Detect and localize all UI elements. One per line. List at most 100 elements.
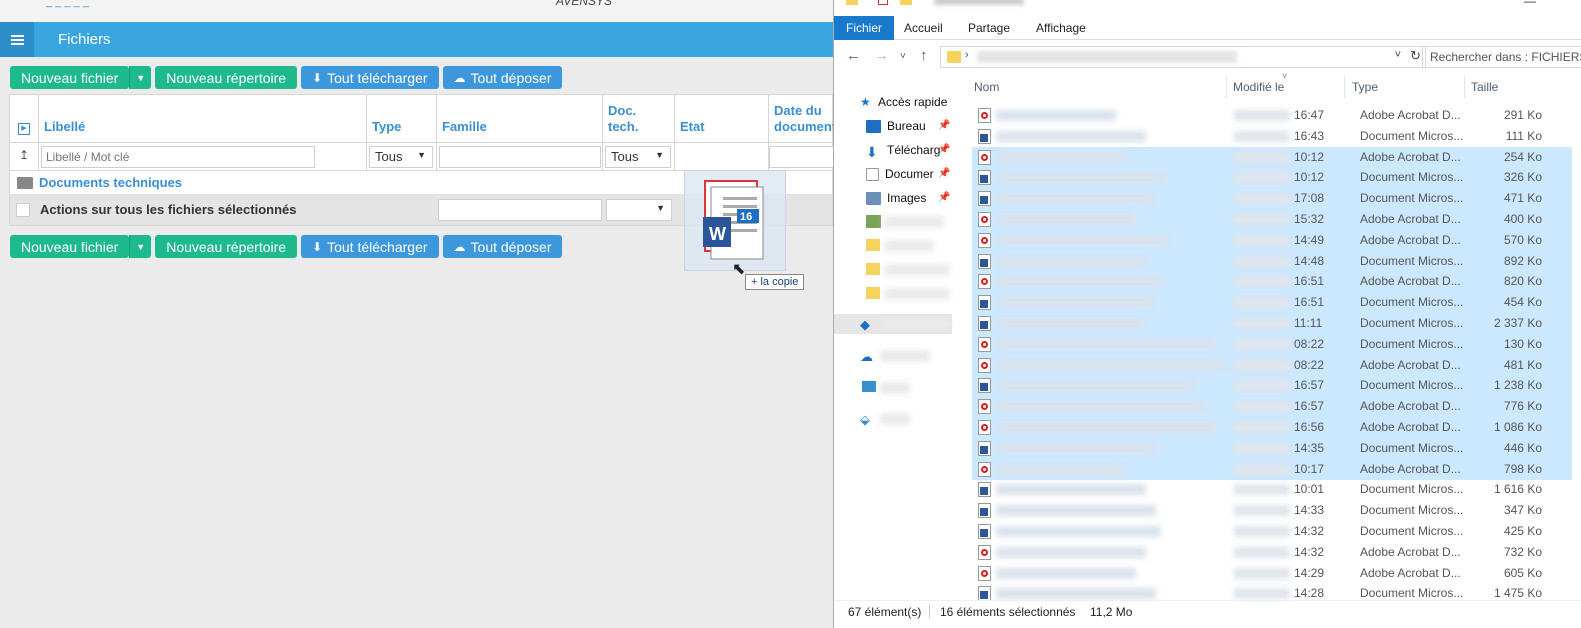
file-time: 15:32	[1294, 212, 1325, 226]
pdf-file-icon	[978, 232, 991, 248]
file-type: Document Micros...	[1360, 128, 1464, 143]
nav-blur	[880, 318, 950, 330]
file-date-blur	[1234, 380, 1290, 392]
word-file-icon	[978, 170, 991, 186]
file-row[interactable]: 14:32 Document Micros... 425 Ko	[972, 521, 1572, 542]
file-row[interactable]: 16:43 Document Micros... 111 Ko	[972, 126, 1572, 147]
file-row[interactable]: 11:11 Document Micros... 2 337 Ko	[972, 313, 1572, 334]
address-dropdown-icon[interactable]: ˅	[1395, 49, 1401, 61]
new-file-button-bottom[interactable]: Nouveau fichier	[10, 235, 130, 258]
forward-arrow-icon[interactable]: →	[874, 47, 889, 64]
nav-telechargements[interactable]: ⬇ Télécharg	[866, 143, 940, 160]
caret-down-icon: ▼	[655, 150, 664, 160]
file-row[interactable]: 10:01 Document Micros... 1 616 Ko	[972, 479, 1572, 500]
file-row[interactable]: 08:22 Adobe Acrobat D... 481 Ko	[972, 354, 1572, 376]
nav-quick-access[interactable]: ★ Accès rapide	[860, 95, 947, 109]
column-type[interactable]: Type	[1352, 80, 1378, 94]
pin-icon[interactable]: 📌	[938, 120, 950, 131]
column-date[interactable]: Date du document	[769, 95, 833, 143]
column-libelle[interactable]: Libellé	[39, 95, 367, 143]
pdf-file-icon	[978, 336, 991, 352]
close-icon-partial[interactable]: —	[1524, 0, 1536, 8]
pin-icon[interactable]: 📌	[938, 144, 950, 155]
file-size: 425 Ko	[1503, 524, 1542, 538]
file-name-blur	[996, 234, 1171, 246]
new-file-dropdown-button-bottom[interactable]: ▼	[129, 235, 152, 258]
bulk-actions-label: Actions sur tous les fichiers sélectionn…	[40, 202, 297, 217]
pin-icon[interactable]: 📌	[938, 168, 950, 179]
libelle-search-input[interactable]	[41, 146, 315, 168]
recent-locations-icon[interactable]: ˅	[900, 51, 906, 62]
column-famille[interactable]: Famille	[437, 95, 603, 143]
expand-column[interactable]: ▶	[10, 95, 39, 143]
file-row[interactable]: 08:22 Document Micros... 130 Ko	[972, 333, 1572, 355]
column-doc-tech[interactable]: Doc. tech.	[603, 95, 675, 143]
file-time: 16:57	[1294, 399, 1325, 414]
file-row[interactable]: 17:08 Document Micros... 471 Ko	[972, 188, 1572, 210]
pin-icon[interactable]: 📌	[938, 192, 950, 203]
drag-copy-tooltip: + la copie	[745, 274, 805, 290]
file-row[interactable]: 10:17 Adobe Acrobat D... 798 Ko	[972, 458, 1572, 480]
nav-documents[interactable]: Documer	[866, 167, 934, 181]
column-doc-tech-label: Doc. tech.	[608, 103, 639, 134]
nav-images[interactable]: Images	[866, 191, 926, 205]
back-arrow-icon[interactable]: ←	[846, 47, 861, 64]
tab-fichier[interactable]: Fichier	[834, 16, 895, 40]
sort-cell[interactable]: ↥	[10, 143, 39, 171]
download-all-button-bottom[interactable]: ⬇ Tout télécharger	[301, 235, 439, 258]
explorer-search-input[interactable]: Rechercher dans : FICHIERS	[1422, 46, 1581, 68]
word-file-icon	[978, 482, 991, 498]
file-row[interactable]: 16:51 Document Micros... 454 Ko	[972, 292, 1572, 314]
famille-filter-input[interactable]	[439, 146, 601, 168]
file-row[interactable]: 14:32 Adobe Acrobat D... 732 Ko	[972, 542, 1572, 563]
file-row[interactable]: 16:56 Adobe Acrobat D... 1 086 Ko	[972, 417, 1572, 438]
file-date-blur	[1234, 588, 1290, 600]
upload-all-button-bottom[interactable]: ☁ Tout déposer	[442, 235, 563, 258]
download-all-button[interactable]: ⬇ Tout télécharger	[301, 66, 439, 89]
tab-affichage[interactable]: Affichage	[1024, 16, 1098, 40]
doc-tech-filter-select[interactable]: Tous ▼	[605, 146, 671, 168]
date-filter-input[interactable]	[769, 146, 833, 168]
nav-bureau[interactable]: Bureau	[866, 119, 926, 133]
file-row[interactable]: 10:12 Adobe Acrobat D... 254 Ko	[972, 146, 1572, 168]
column-size[interactable]: Taille	[1471, 80, 1498, 94]
new-file-dropdown-button[interactable]: ▼	[129, 66, 152, 89]
type-filter-value: Tous	[375, 149, 403, 164]
column-name[interactable]: Nom	[974, 80, 999, 94]
bulk-famille-input[interactable]	[438, 199, 602, 221]
file-row[interactable]: 16:57 Adobe Acrobat D... 776 Ko	[972, 396, 1572, 418]
file-row[interactable]: 16:57 Document Micros... 1 238 Ko	[972, 375, 1572, 397]
file-row[interactable]: 15:32 Adobe Acrobat D... 400 Ko	[972, 209, 1572, 230]
column-modified[interactable]: Modifié le	[1233, 80, 1284, 94]
hamburger-menu-button[interactable]	[0, 22, 34, 57]
folder-icon	[866, 239, 880, 251]
file-date-blur	[1234, 276, 1290, 288]
file-row[interactable]: 16:47 Adobe Acrobat D... 291 Ko	[972, 105, 1572, 126]
nav-blur	[880, 350, 930, 362]
column-etat[interactable]: Etat	[675, 95, 769, 143]
refresh-icon[interactable]: ↻	[1410, 48, 1421, 64]
address-bar[interactable]: › ˅ ↻	[940, 46, 1426, 68]
file-row[interactable]: 14:29 Adobe Acrobat D... 605 Ko	[972, 563, 1572, 584]
file-row[interactable]: 10:12 Document Micros... 326 Ko	[972, 167, 1572, 189]
type-filter-select[interactable]: Tous ▼	[369, 146, 433, 168]
file-row[interactable]: 14:33 Document Micros... 347 Ko	[972, 500, 1572, 521]
toolbar-top: Nouveau fichier ▼ Nouveau répertoire ⬇ To…	[10, 66, 563, 89]
new-folder-button[interactable]: Nouveau répertoire	[155, 66, 298, 89]
upload-all-button[interactable]: ☁ Tout déposer	[442, 66, 563, 89]
up-arrow-icon[interactable]: ↑	[920, 47, 928, 64]
file-date-blur	[1234, 484, 1290, 496]
tab-partage[interactable]: Partage	[956, 16, 1022, 40]
file-row[interactable]: 14:35 Document Micros... 446 Ko	[972, 437, 1572, 459]
bulk-doc-tech-select[interactable]: ▼	[606, 199, 672, 221]
column-date-label: Date du document	[774, 103, 833, 134]
new-file-button[interactable]: Nouveau fichier	[10, 66, 130, 89]
file-row[interactable]: 14:48 Document Micros... 892 Ko	[972, 250, 1572, 272]
tab-accueil[interactable]: Accueil	[892, 16, 955, 40]
file-type: Adobe Acrobat D...	[1360, 232, 1461, 247]
file-row[interactable]: 14:49 Adobe Acrobat D... 570 Ko	[972, 229, 1572, 251]
file-row[interactable]: 16:51 Adobe Acrobat D... 820 Ko	[972, 271, 1572, 293]
select-all-checkbox[interactable]	[16, 203, 30, 217]
column-type[interactable]: Type	[367, 95, 437, 143]
new-folder-button-bottom[interactable]: Nouveau répertoire	[155, 235, 298, 258]
